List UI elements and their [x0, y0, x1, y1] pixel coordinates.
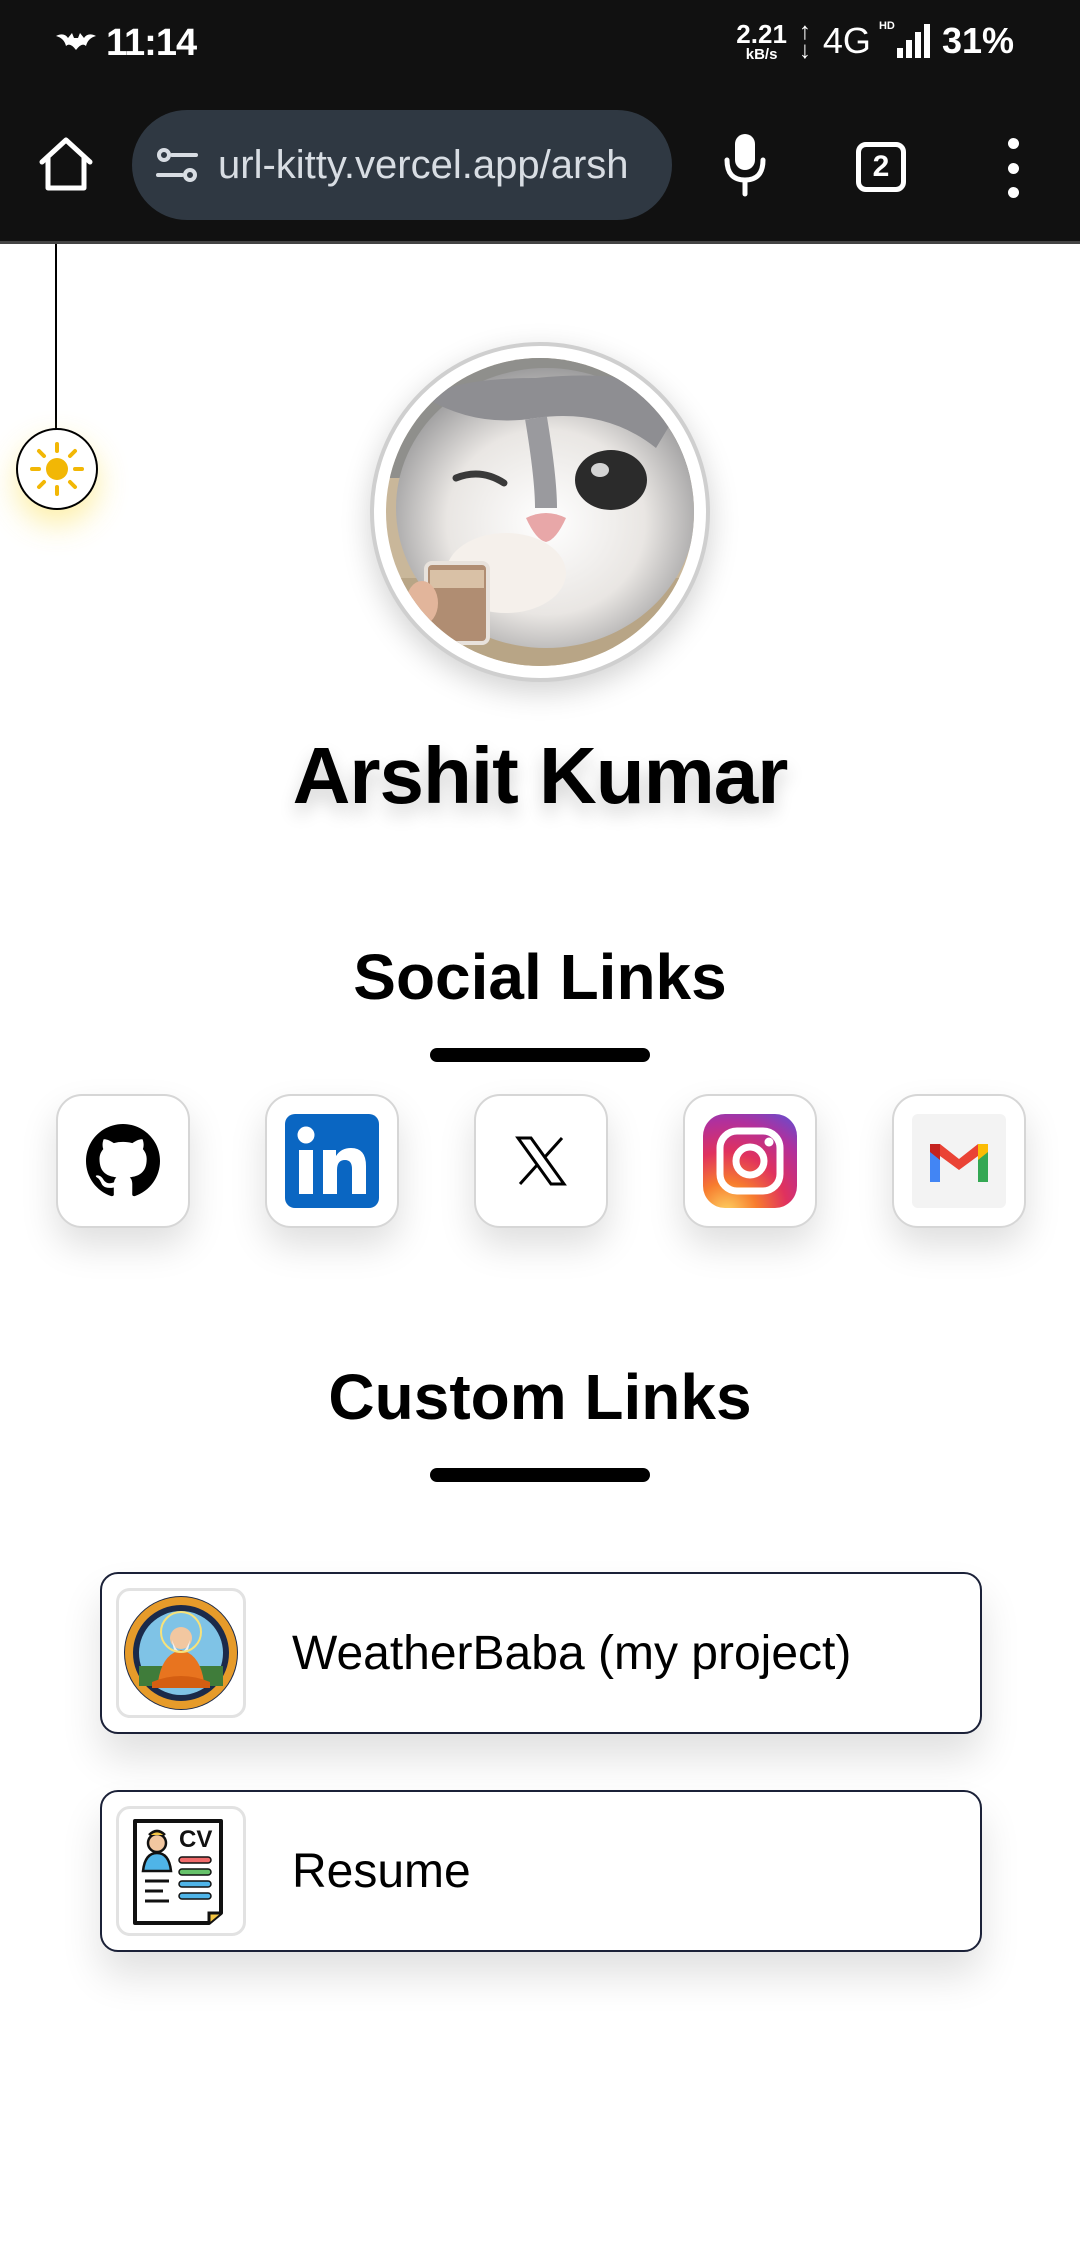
linkedin-icon: [285, 1114, 379, 1208]
tab-count: 2: [872, 150, 890, 183]
custom-link-label: WeatherBaba (my project): [292, 1626, 852, 1680]
status-time: 11:14: [106, 22, 197, 64]
theme-toggle-button[interactable]: [16, 428, 98, 510]
social-links-title: Social Links: [353, 941, 727, 1013]
instagram-icon: [703, 1114, 797, 1208]
network-type: 4G: [822, 20, 871, 61]
cv-icon: CV: [116, 1806, 246, 1936]
tab-switcher-button[interactable]: 2: [856, 142, 906, 192]
sun-icon: [30, 442, 84, 496]
x-link[interactable]: [474, 1094, 608, 1228]
custom-link-label: Resume: [292, 1844, 471, 1898]
social-links-row: [56, 1094, 1026, 1228]
custom-link-resume[interactable]: CV Resume: [100, 1790, 982, 1952]
svg-text:CV: CV: [179, 1826, 212, 1853]
url-text: url-kitty.vercel.app/arsh: [218, 142, 629, 187]
github-link[interactable]: [56, 1094, 190, 1228]
profile-avatar: [370, 342, 710, 682]
browser-toolbar: url-kitty.vercel.app/arsh 2: [0, 90, 1080, 244]
linkedin-link[interactable]: [265, 1094, 399, 1228]
site-settings-icon[interactable]: [154, 142, 200, 188]
notification-bat-icon: [56, 30, 96, 57]
avatar-cat-image: [386, 358, 694, 666]
custom-links-title: Custom Links: [328, 1361, 752, 1433]
theme-toggle-string: [55, 244, 57, 432]
microphone-icon[interactable]: [720, 130, 770, 200]
custom-link-weatherbaba[interactable]: WeatherBaba (my project): [100, 1572, 982, 1734]
custom-links-underline: [430, 1468, 650, 1482]
social-links-underline: [430, 1048, 650, 1062]
gmail-icon: [912, 1114, 1006, 1208]
network-speed: 2.21 kB/s: [736, 18, 787, 63]
data-transfer-icon: ↑ ↓: [798, 17, 811, 64]
battery-level: 31%: [941, 20, 1014, 61]
profile-name: Arshit Kumar: [292, 731, 789, 820]
gmail-link[interactable]: [892, 1094, 1026, 1228]
instagram-link[interactable]: [683, 1094, 817, 1228]
home-icon[interactable]: [34, 132, 98, 196]
more-menu-icon[interactable]: [1000, 138, 1026, 198]
x-icon: [515, 1136, 567, 1186]
status-bar: 11:14 2.21 kB/s ↑ ↓ 4G HD 31%: [0, 0, 1080, 90]
github-icon: [86, 1124, 160, 1197]
signal-strength-icon: HD: [879, 20, 930, 58]
weatherbaba-logo: [116, 1588, 246, 1718]
address-bar[interactable]: url-kitty.vercel.app/arsh: [132, 110, 672, 220]
